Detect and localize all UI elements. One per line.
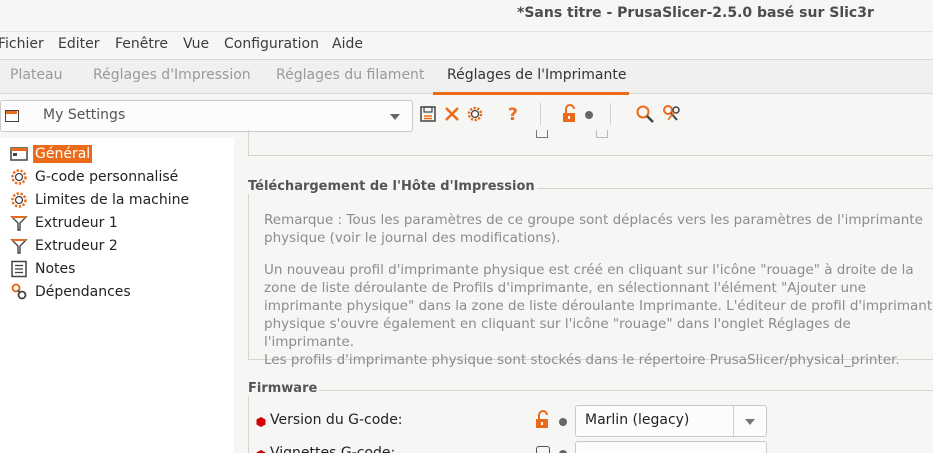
required-hexagon-icon <box>256 415 266 427</box>
note-line: Les profils d'imprimante physique sont s… <box>264 352 900 368</box>
notes-icon <box>10 260 28 278</box>
note-line: physique s'ouvre également en cliquant s… <box>264 316 851 350</box>
sidebar-item-dependencies[interactable]: Dépendances <box>10 281 133 303</box>
host-upload-note: Remarque : Tous les paramètres de ce gro… <box>264 211 933 247</box>
firmware-title: Firmware <box>248 381 320 396</box>
combo-divider <box>733 406 734 436</box>
lock-icon[interactable] <box>536 446 550 453</box>
tab-plateau[interactable]: Plateau <box>10 67 62 83</box>
note-line: Un nouveau profil d'imprimante physique … <box>264 262 914 278</box>
toolbar-separator <box>610 103 611 125</box>
sidebar-item-label: Général <box>33 145 93 163</box>
sidebar-item-label: Extrudeur 2 <box>35 238 118 254</box>
preset-combobox-value: My Settings <box>43 107 126 123</box>
chevron-down-icon <box>390 114 400 120</box>
host-upload-title: Téléchargement de l'Hôte d'Impression <box>248 179 537 194</box>
checkbox[interactable] <box>596 130 608 138</box>
note-line: Remarque : Tous les paramètres de ce gro… <box>264 212 923 228</box>
compare-icon[interactable] <box>662 103 682 125</box>
sidebar-item-label: Notes <box>35 261 76 277</box>
lock-open-icon[interactable] <box>560 103 580 125</box>
gear-icon[interactable] <box>465 103 485 125</box>
sidebar-item-notes[interactable]: Notes <box>10 258 77 280</box>
sidebar-item-general[interactable]: Général <box>10 143 93 165</box>
menu-fenetre[interactable]: Fenêtre <box>115 36 168 52</box>
save-icon[interactable] <box>418 103 438 125</box>
menu-editer[interactable]: Editer <box>58 36 99 52</box>
sidebar-item-label: Limites de la machine <box>35 192 190 208</box>
menu-fichier[interactable]: Fichier <box>0 36 44 52</box>
sidebar-item-label: G-code personnalisé <box>35 169 179 185</box>
sidebar-item-label: Extrudeur 1 <box>35 215 118 231</box>
sidebar-item-machine-limits[interactable]: Limites de la machine <box>10 189 191 211</box>
search-icon[interactable] <box>635 103 655 125</box>
wrench-icon <box>10 283 28 301</box>
note-line: physique (voir le journal des modificati… <box>264 230 561 246</box>
tab-printer-settings[interactable]: Réglages de l'Imprimante <box>447 67 627 83</box>
settings-tree: Général G-code personnalisé Limites de l… <box>0 138 234 453</box>
required-hexagon-icon <box>256 448 266 453</box>
cog-icon <box>10 168 28 186</box>
settings-page: Téléchargement de l'Hôte d'Impression Re… <box>234 130 933 453</box>
gcode-flavor-label: Version du G-code: <box>270 412 403 428</box>
tab-print-settings[interactable]: Réglages d'Impression <box>93 67 251 83</box>
menu-configuration[interactable]: Configuration <box>224 36 319 52</box>
gcode-flavor-select[interactable]: Marlin (legacy) <box>575 405 767 437</box>
thumbnails-label: Vignettes G-code: <box>270 445 396 453</box>
dot-icon <box>559 418 567 426</box>
menu-aide[interactable]: Aide <box>332 36 363 52</box>
funnel-icon <box>10 214 28 232</box>
sidebar-item-extruder-1[interactable]: Extrudeur 1 <box>10 212 120 234</box>
tab-bar: Plateau Réglages d'Impression Réglages d… <box>0 59 933 95</box>
cog-icon <box>10 191 28 209</box>
gcode-flavor-value: Marlin (legacy) <box>585 412 690 428</box>
svg-text:?: ? <box>508 105 518 124</box>
funnel-icon <box>10 237 28 255</box>
host-upload-explanation: Un nouveau profil d'imprimante physique … <box>264 261 933 369</box>
window-title: *Sans titre - PrusaSlicer-2.5.0 basé sur… <box>517 5 874 21</box>
sidebar-item-extruder-2[interactable]: Extrudeur 2 <box>10 235 120 257</box>
note-line: imprimante physique" dans la zone de lis… <box>264 298 933 314</box>
printer-icon <box>10 145 28 163</box>
chevron-down-icon <box>745 419 755 425</box>
dot-icon <box>585 111 593 119</box>
question-icon[interactable]: ? <box>503 103 523 125</box>
menu-bar: Fichier Editer Fenêtre Vue Configuration… <box>0 31 933 59</box>
menu-vue[interactable]: Vue <box>183 36 209 52</box>
thumbnails-input[interactable] <box>575 441 767 453</box>
preset-combobox[interactable]: My Settings <box>0 100 413 132</box>
tab-filament-settings[interactable]: Réglages du filament <box>276 67 424 83</box>
sidebar-item-label: Dépendances <box>35 284 131 300</box>
checkbox[interactable] <box>536 130 548 138</box>
sidebar-item-custom-gcode[interactable]: G-code personnalisé <box>10 166 180 188</box>
delete-icon[interactable] <box>442 103 462 125</box>
previous-group-box <box>248 130 933 156</box>
window-titlebar: *Sans titre - PrusaSlicer-2.5.0 basé sur… <box>0 0 933 30</box>
lock-open-icon[interactable] <box>534 410 552 430</box>
toolbar-separator <box>540 103 541 125</box>
printer-icon <box>5 110 19 122</box>
note-line: zone de liste déroulante de Profils d'im… <box>264 280 866 296</box>
